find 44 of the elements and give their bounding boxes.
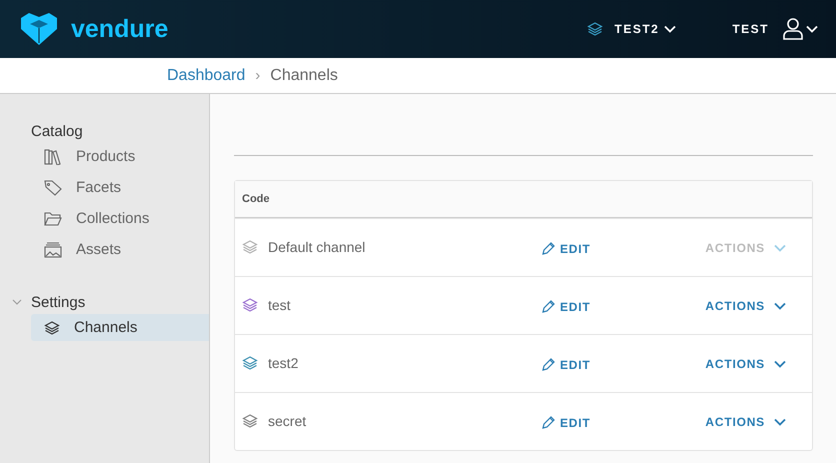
column-header: Code (235, 181, 812, 218)
table-cell: secret (268, 413, 306, 429)
chevron-down-icon[interactable] (12, 299, 22, 305)
layers-icon (587, 21, 604, 37)
tag-icon (44, 180, 62, 196)
section-heading: Catalog (31, 122, 83, 140)
sidebar-item[interactable]: Collections (31, 205, 209, 232)
table-cell: test2 (268, 355, 298, 371)
books-icon (44, 148, 62, 164)
user-icon (783, 18, 803, 40)
chevron-down-icon (806, 25, 818, 33)
pencil-icon (541, 241, 556, 256)
user-menu[interactable]: TEST (732, 18, 818, 40)
channel-switcher[interactable]: TEST2 (587, 21, 676, 37)
chevron-down-icon (774, 418, 786, 426)
pencil-icon (541, 415, 556, 430)
pencil-icon (541, 299, 556, 314)
folder-icon (44, 210, 62, 226)
actions-button[interactable]: ACTIONS (705, 415, 786, 429)
sidebar-item[interactable]: Facets (31, 174, 209, 201)
actions-button[interactable]: ACTIONS (705, 357, 786, 371)
chevron-down-icon (774, 244, 786, 252)
edit-button[interactable]: EDIT (541, 299, 591, 314)
sidebar-item[interactable]: Assets (31, 236, 209, 263)
actions-button[interactable]: ACTIONS (705, 299, 786, 313)
edit-button[interactable]: EDIT (541, 241, 591, 256)
chevron-down-icon (774, 302, 786, 310)
chevron-down-icon (774, 360, 786, 368)
sidebar-item[interactable]: Products (31, 143, 209, 170)
table-cell: Default channel (268, 239, 366, 255)
breadcrumb-current: Channels (270, 66, 338, 84)
logo-icon (19, 12, 59, 46)
edit-button[interactable]: EDIT (541, 415, 591, 430)
sidebar-item[interactable]: Channels (31, 314, 209, 341)
layers-icon (44, 320, 60, 336)
logo-text: vendure (71, 14, 168, 44)
breadcrumb-link[interactable]: Dashboard (167, 66, 246, 84)
image-icon (44, 242, 62, 258)
pencil-icon (541, 357, 556, 372)
breadcrumb-separator: › (255, 67, 260, 84)
section-heading: Settings (31, 294, 86, 310)
table-cell: test (268, 297, 291, 313)
chevron-down-icon (664, 25, 676, 33)
edit-button[interactable]: EDIT (541, 357, 591, 372)
